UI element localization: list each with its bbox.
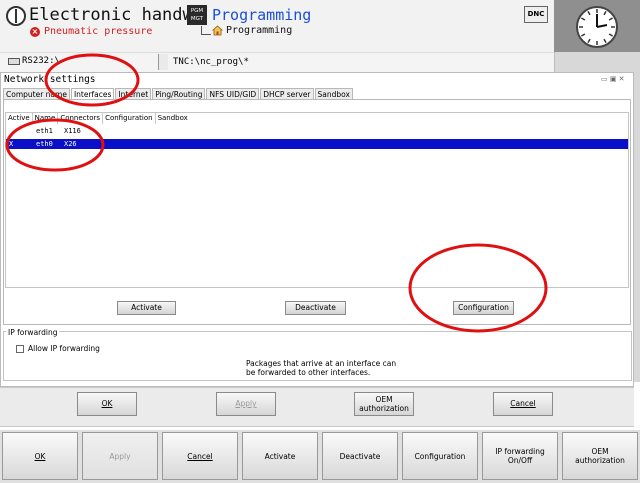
column-header-active[interactable]: Active	[6, 113, 33, 124]
cancel-button[interactable]: Cancel	[493, 392, 553, 416]
tree-connector	[201, 26, 211, 35]
softkey-oem-line1: OEM	[591, 447, 609, 456]
tab-sandbox[interactable]: Sandbox	[314, 88, 353, 99]
machine-mode-title: Electronic handw…	[29, 5, 203, 25]
dnc-badge: DNC	[524, 6, 548, 23]
cell-name: eth0	[36, 140, 53, 148]
column-header-name[interactable]: Name	[33, 113, 59, 124]
activate-button[interactable]: Activate	[117, 301, 176, 315]
ip-forwarding-help: Packages that arrive at an interface can…	[246, 359, 396, 377]
cell-active: X	[9, 140, 14, 148]
softkey-activate[interactable]: Activate	[242, 432, 318, 480]
table-row-selected[interactable]: X eth0 X26	[6, 139, 628, 149]
configuration-button[interactable]: Configuration	[453, 301, 514, 315]
column-header-sandbox[interactable]: Sandbox	[156, 113, 190, 124]
allow-ip-forwarding-checkbox[interactable]	[16, 345, 24, 353]
softkey-deactivate[interactable]: Deactivate	[322, 432, 398, 480]
softkey-oem-line2: authorization	[575, 456, 625, 465]
serial-port-icon	[8, 58, 20, 65]
path-scroll-handle[interactable]	[158, 54, 168, 70]
allow-ip-forwarding-label[interactable]: Allow IP forwarding	[28, 344, 100, 353]
table-header: Active Name Connectors Configuration San…	[6, 113, 190, 124]
ok-button-label: OK	[101, 399, 113, 408]
window-controls[interactable]: ▭ ▣ ✕	[601, 75, 625, 83]
softkey-ip-forwarding[interactable]: IP forwarding On/Off	[482, 432, 558, 480]
softkey-activate-label: Activate	[264, 451, 296, 461]
ok-button[interactable]: OK	[77, 392, 137, 416]
tab-ping-routing[interactable]: Ping/Routing	[152, 88, 206, 99]
tab-internet[interactable]: Internet	[115, 88, 152, 99]
home-icon	[212, 25, 223, 36]
current-directory: TNC:\nc_prog\*	[173, 57, 249, 67]
tab-computer-name[interactable]: Computer name	[3, 88, 70, 99]
softkey-ipfwd-line2: On/Off	[507, 456, 533, 465]
tab-dhcp-server[interactable]: DHCP server	[260, 88, 314, 99]
status-row	[0, 52, 554, 72]
column-header-connectors[interactable]: Connectors	[58, 113, 104, 124]
pgm-mgt-badge: PGM MGT	[187, 5, 207, 25]
oem-line2: authorization	[359, 404, 409, 413]
program-submode: Programming	[226, 25, 293, 36]
softkey-oem-authorization[interactable]: OEM authorization	[562, 432, 638, 480]
dialog-title: Network settings	[4, 74, 96, 85]
cancel-button-label: Cancel	[510, 399, 536, 408]
cell-connectors: X116	[64, 127, 81, 135]
softkey-configuration-label: Configuration	[414, 451, 466, 461]
interface-path: RS232:\	[22, 56, 60, 66]
clock-icon	[576, 6, 618, 48]
softkey-cancel[interactable]: Cancel	[162, 432, 238, 480]
deactivate-button[interactable]: Deactivate	[285, 301, 346, 315]
oem-line1: OEM	[375, 395, 393, 404]
softkey-apply[interactable]: Apply	[82, 432, 158, 480]
softkey-cancel-label: Cancel	[187, 451, 213, 461]
softkey-configuration[interactable]: Configuration	[402, 432, 478, 480]
softkey-apply-label: Apply	[109, 451, 131, 461]
softkey-ok[interactable]: OK	[2, 432, 78, 480]
error-message[interactable]: Pneumatic pressure	[44, 26, 152, 37]
tab-nfs-uid-gid[interactable]: NFS UID/GID	[206, 88, 260, 99]
apply-button-label: Apply	[235, 399, 257, 408]
cell-connectors: X26	[64, 140, 77, 148]
softkey-deactivate-label: Deactivate	[339, 451, 381, 461]
program-mode-title: Programming	[212, 6, 312, 24]
machine-logo-icon	[6, 6, 26, 26]
apply-button[interactable]: Apply	[216, 392, 276, 416]
softkey-ipfwd-line1: IP forwarding	[495, 447, 545, 456]
column-header-configuration[interactable]: Configuration	[103, 113, 156, 124]
error-icon: ×	[30, 27, 40, 37]
ip-forwarding-help-line2: be forwarded to other interfaces.	[246, 368, 371, 377]
softkey-ok-label: OK	[34, 451, 46, 461]
ip-forwarding-help-line1: Packages that arrive at an interface can	[246, 359, 397, 368]
table-row[interactable]: eth1 X116	[6, 126, 628, 136]
pgm-mgt-label: PGM MGT	[190, 8, 204, 22]
oem-authorization-button[interactable]: OEM authorization	[354, 392, 414, 416]
ip-forwarding-label: IP forwarding	[6, 328, 60, 337]
cell-name: eth1	[36, 127, 53, 135]
